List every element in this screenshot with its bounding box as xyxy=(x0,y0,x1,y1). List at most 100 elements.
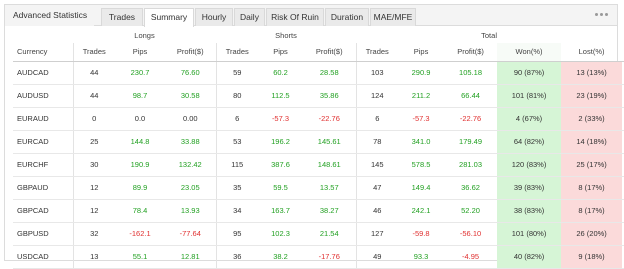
cell-lost: 23 (19%) xyxy=(561,84,623,108)
cell-short-trades: 115 xyxy=(215,153,258,177)
cell-short-profit: 35.86 xyxy=(303,84,357,108)
table-row: AUDUSD 44 98.7 30.58 80 112.5 35.86 124 … xyxy=(13,84,624,108)
col-long-trades: Trades xyxy=(72,43,115,62)
tab-mae-mfe[interactable]: MAE/MFE xyxy=(370,8,416,26)
cell-long-profit: 13.93 xyxy=(165,199,216,223)
cell-short-trades: 53 xyxy=(215,130,258,154)
cell-total-trades: 6 xyxy=(355,107,399,131)
cell-long-trades: 30 xyxy=(72,153,115,177)
col-long-profit: Profit($) xyxy=(165,43,216,62)
cell-long-pips: 0.0 xyxy=(115,107,165,131)
tab-trades[interactable]: Trades xyxy=(101,8,143,26)
cell-lost: 25 (17%) xyxy=(561,153,623,177)
col-total-trades: Trades xyxy=(355,43,399,62)
cell-short-trades: 59 xyxy=(215,61,258,85)
col-long-pips: Pips xyxy=(115,43,165,62)
cell-short-pips: 163.7 xyxy=(258,199,303,223)
cell-total-profit: 281.03 xyxy=(444,153,498,177)
col-short-pips: Pips xyxy=(258,43,303,62)
cell-total-profit: 66.44 xyxy=(444,84,498,108)
cell-short-pips: 102.3 xyxy=(258,222,303,246)
cell-long-profit: -77.64 xyxy=(165,222,216,246)
cell-long-profit: 132.42 xyxy=(165,153,216,177)
cell-total-pips: -59.8 xyxy=(398,222,445,246)
col-total-profit: Profit($) xyxy=(444,43,498,62)
cell-long-trades: 44 xyxy=(72,84,115,108)
cell-long-profit: 23.05 xyxy=(165,176,216,200)
cell-won: 39 (83%) xyxy=(497,176,562,200)
cell-short-trades: 80 xyxy=(215,84,258,108)
cell-long-profit: 0.00 xyxy=(165,107,216,131)
table-row: EURCHF 30 190.9 132.42 115 387.6 148.61 … xyxy=(13,153,624,177)
cell-lost: 8 (17%) xyxy=(561,199,623,223)
group-shorts: Shorts xyxy=(275,30,297,40)
cell-total-pips: 290.9 xyxy=(398,61,445,85)
tab-risk-of-ruin[interactable]: Risk Of Ruin xyxy=(266,8,324,26)
cell-won: 4 (67%) xyxy=(497,107,562,131)
cell-long-pips: 89.9 xyxy=(115,176,165,200)
cell-currency: EURAUD xyxy=(13,107,73,131)
summary-table: Longs Shorts Total Currency Trades Pips … xyxy=(13,27,624,269)
cell-total-pips: 578.5 xyxy=(398,153,445,177)
tab-summary[interactable]: Summary xyxy=(144,8,194,27)
col-won: Won(%) xyxy=(497,43,562,62)
cell-currency: EURCAD xyxy=(13,130,73,154)
cell-won: 90 (87%) xyxy=(497,61,562,85)
advanced-statistics-panel: Advanced Statistics Trades Summary Hourl… xyxy=(4,4,624,269)
col-currency: Currency xyxy=(13,43,73,62)
table-row: GBPAUD 12 89.9 23.05 35 59.5 13.57 47 14… xyxy=(13,176,624,200)
cell-lost: 13 (13%) xyxy=(561,61,623,85)
tab-bar: Advanced Statistics Trades Summary Hourl… xyxy=(5,5,617,27)
cell-short-pips: 59.5 xyxy=(258,176,303,200)
cell-total-profit: 36.62 xyxy=(444,176,498,200)
col-total-pips: Pips xyxy=(398,43,445,62)
table-row: AUDCAD 44 230.7 76.60 59 60.2 28.58 103 … xyxy=(13,61,624,85)
cell-total-trades: 78 xyxy=(355,130,399,154)
cell-short-pips: 387.6 xyxy=(258,153,303,177)
cell-currency: GBPAUD xyxy=(13,176,73,200)
cell-short-profit: 38.27 xyxy=(303,199,357,223)
cell-long-pips: -162.1 xyxy=(115,222,165,246)
cell-short-profit: 21.54 xyxy=(303,222,357,246)
cell-long-pips: 98.7 xyxy=(115,84,165,108)
cell-short-pips: 60.2 xyxy=(258,61,303,85)
table-row: EURCAD 25 144.8 33.88 53 196.2 145.61 78… xyxy=(13,130,624,154)
cell-short-trades: 34 xyxy=(215,199,258,223)
cell-currency: AUDCAD xyxy=(13,61,73,85)
cell-short-profit: 148.61 xyxy=(303,153,357,177)
cell-long-pips: 190.9 xyxy=(115,153,165,177)
col-short-trades: Trades xyxy=(215,43,258,62)
cell-currency: GBPCAD xyxy=(13,199,73,223)
table-row: EURAUD 0 0.0 0.00 6 -57.3 -22.76 6 -57.3… xyxy=(13,107,624,131)
cell-won: 101 (80%) xyxy=(497,222,562,246)
group-longs: Longs xyxy=(134,30,155,40)
cell-total-trades: 127 xyxy=(355,222,399,246)
cell-total-trades: 103 xyxy=(355,61,399,85)
col-lost: Lost(%) xyxy=(561,43,623,62)
tab-duration[interactable]: Duration xyxy=(325,8,369,26)
cell-lost: 8 (17%) xyxy=(561,176,623,200)
cell-lost: 14 (18%) xyxy=(561,130,623,154)
cell-long-pips: 230.7 xyxy=(115,61,165,85)
cell-long-profit: 30.58 xyxy=(165,84,216,108)
cell-short-profit: 28.58 xyxy=(303,61,357,85)
cell-total-trades: 46 xyxy=(355,199,399,223)
col-short-profit: Profit($) xyxy=(303,43,357,62)
cell-currency: EURCHF xyxy=(13,153,73,177)
cell-currency: GBPUSD xyxy=(13,222,73,246)
cell-total-pips: 149.4 xyxy=(398,176,445,200)
tab-daily[interactable]: Daily xyxy=(234,8,265,26)
cell-won: 38 (83%) xyxy=(497,199,562,223)
cell-total-profit: 105.18 xyxy=(444,61,498,85)
cell-total-trades: 145 xyxy=(355,153,399,177)
cell-short-trades: 35 xyxy=(215,176,258,200)
more-dots-icon[interactable] xyxy=(595,10,609,20)
cell-long-pips: 78.4 xyxy=(115,199,165,223)
cell-long-trades: 12 xyxy=(72,176,115,200)
cell-short-trades: 95 xyxy=(215,222,258,246)
cell-total-profit: -56.10 xyxy=(444,222,498,246)
cell-short-trades: 6 xyxy=(215,107,258,131)
tab-hourly[interactable]: Hourly xyxy=(195,8,233,26)
group-total: Total xyxy=(481,30,497,40)
cell-long-trades: 12 xyxy=(72,199,115,223)
